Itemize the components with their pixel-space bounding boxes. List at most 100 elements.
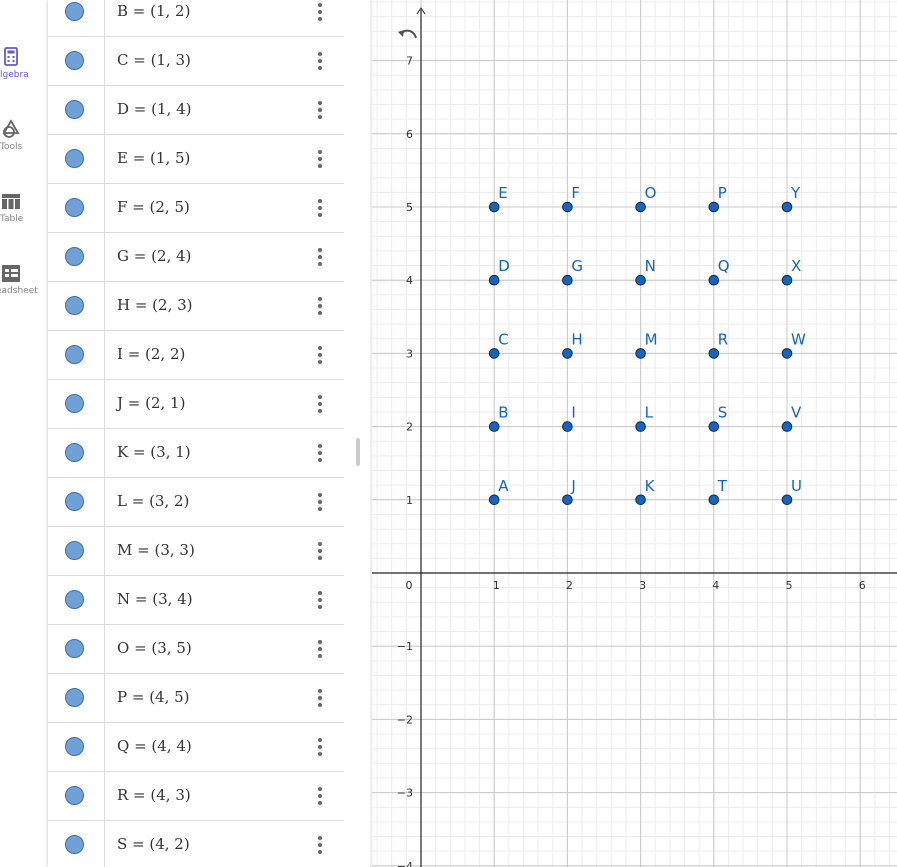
more-options-icon[interactable] (312, 540, 328, 562)
algebra-expression[interactable]: J = (2, 1) (117, 394, 185, 412)
point-W[interactable] (781, 348, 793, 359)
algebra-expression[interactable]: I = (2, 2) (117, 345, 185, 363)
point-J[interactable] (562, 494, 573, 506)
algebra-row[interactable]: N = (3, 4) (48, 575, 344, 625)
visibility-toggle[interactable] (65, 786, 84, 805)
more-options-icon[interactable] (312, 687, 328, 709)
more-options-icon[interactable] (312, 834, 328, 856)
more-options-icon[interactable] (312, 148, 328, 170)
more-options-icon[interactable] (312, 442, 328, 464)
point-S[interactable] (708, 421, 720, 432)
algebra-row[interactable]: E = (1, 5) (48, 134, 344, 184)
visibility-toggle[interactable] (65, 149, 84, 168)
algebra-row[interactable]: D = (1, 4) (48, 85, 344, 135)
point-L[interactable] (635, 421, 646, 432)
visibility-toggle[interactable] (65, 639, 84, 658)
algebra-expression[interactable]: R = (4, 3) (117, 786, 191, 804)
visibility-toggle[interactable] (65, 443, 84, 462)
algebra-row[interactable]: P = (4, 5) (48, 673, 344, 723)
algebra-expression[interactable]: N = (3, 4) (117, 590, 193, 608)
algebra-expression[interactable]: F = (2, 5) (117, 198, 190, 216)
point-Q[interactable] (708, 274, 720, 286)
visibility-toggle[interactable] (65, 737, 84, 756)
visibility-toggle[interactable] (65, 492, 84, 511)
point-R[interactable] (708, 348, 720, 359)
visibility-toggle[interactable] (65, 247, 84, 266)
algebra-expression[interactable]: O = (3, 5) (117, 639, 192, 657)
more-options-icon[interactable] (312, 589, 328, 611)
more-options-icon[interactable] (312, 295, 328, 317)
algebra-expression[interactable]: H = (2, 3) (117, 296, 193, 314)
more-options-icon[interactable] (312, 197, 328, 219)
algebra-expression[interactable]: P = (4, 5) (117, 688, 190, 706)
visibility-toggle[interactable] (65, 51, 84, 70)
visibility-toggle[interactable] (65, 590, 84, 609)
more-options-icon[interactable] (312, 246, 328, 268)
algebra-expression[interactable]: L = (3, 2) (117, 492, 189, 510)
point-D[interactable] (488, 274, 500, 286)
point-U[interactable] (781, 494, 793, 506)
point-F[interactable] (562, 201, 573, 213)
sidebar-item-tools[interactable]: Tools (0, 118, 48, 178)
point-V[interactable] (781, 421, 793, 432)
more-options-icon[interactable] (312, 344, 328, 366)
algebra-row[interactable]: S = (4, 2) (48, 820, 344, 867)
point-X[interactable] (781, 274, 793, 286)
algebra-expression[interactable]: E = (1, 5) (117, 149, 190, 167)
visibility-toggle[interactable] (65, 345, 84, 364)
visibility-toggle[interactable] (65, 394, 84, 413)
algebra-row[interactable]: O = (3, 5) (48, 624, 344, 674)
point-C[interactable] (488, 348, 500, 359)
algebra-row[interactable]: I = (2, 2) (48, 330, 344, 380)
algebra-row[interactable]: Q = (4, 4) (48, 722, 344, 772)
point-M[interactable] (635, 348, 646, 359)
visibility-toggle[interactable] (65, 296, 84, 315)
algebra-expression[interactable]: S = (4, 2) (117, 835, 190, 853)
point-H[interactable] (562, 348, 573, 359)
more-options-icon[interactable] (312, 50, 328, 72)
algebra-expression[interactable]: M = (3, 3) (117, 541, 195, 559)
algebra-expression[interactable]: G = (2, 4) (117, 247, 191, 265)
visibility-toggle[interactable] (65, 541, 84, 560)
more-options-icon[interactable] (312, 393, 328, 415)
algebra-row[interactable]: G = (2, 4) (48, 232, 344, 282)
point-P[interactable] (708, 201, 720, 213)
sidebar-item-spreadsheet[interactable]: eadsheet (0, 262, 48, 322)
point-K[interactable] (635, 494, 646, 506)
point-I[interactable] (562, 421, 573, 432)
graphics-view[interactable]: 0 1 2 3 4 5 6 7 6 5 4 3 2 1 −1 −2 −3 −4 A B C D E F G H I J K L M N O P Q R… (372, 0, 897, 867)
undo-button[interactable] (396, 26, 420, 48)
point-Y[interactable] (781, 201, 793, 213)
algebra-row[interactable]: L = (3, 2) (48, 477, 344, 527)
point-N[interactable] (635, 274, 646, 286)
more-options-icon[interactable] (312, 638, 328, 660)
algebra-expression[interactable]: D = (1, 4) (117, 100, 191, 118)
algebra-row[interactable]: M = (3, 3) (48, 526, 344, 576)
visibility-toggle[interactable] (65, 2, 84, 21)
algebra-row[interactable]: K = (3, 1) (48, 428, 344, 478)
visibility-toggle[interactable] (65, 688, 84, 707)
more-options-icon[interactable] (312, 736, 328, 758)
more-options-icon[interactable] (312, 99, 328, 121)
algebra-expression[interactable]: K = (3, 1) (117, 443, 191, 461)
point-A[interactable] (488, 494, 500, 506)
point-T[interactable] (708, 494, 720, 506)
point-B[interactable] (488, 421, 500, 432)
algebra-row[interactable]: H = (2, 3) (48, 281, 344, 331)
algebra-row[interactable]: B = (1, 2) (48, 0, 344, 37)
point-E[interactable] (488, 201, 500, 213)
algebra-row[interactable]: F = (2, 5) (48, 183, 344, 233)
algebra-expression[interactable]: Q = (4, 4) (117, 737, 192, 755)
point-G[interactable] (562, 274, 573, 286)
sidebar-item-algebra[interactable]: lgebra (0, 46, 48, 106)
visibility-toggle[interactable] (65, 198, 84, 217)
algebra-row[interactable]: C = (1, 3) (48, 36, 344, 86)
sidebar-item-table[interactable]: Table (0, 190, 48, 250)
visibility-toggle[interactable] (65, 835, 84, 854)
point-O[interactable] (635, 201, 646, 213)
panel-resize-handle[interactable] (356, 438, 360, 466)
more-options-icon[interactable] (312, 785, 328, 807)
algebra-row[interactable]: R = (4, 3) (48, 771, 344, 821)
more-options-icon[interactable] (312, 491, 328, 513)
visibility-toggle[interactable] (65, 100, 84, 119)
